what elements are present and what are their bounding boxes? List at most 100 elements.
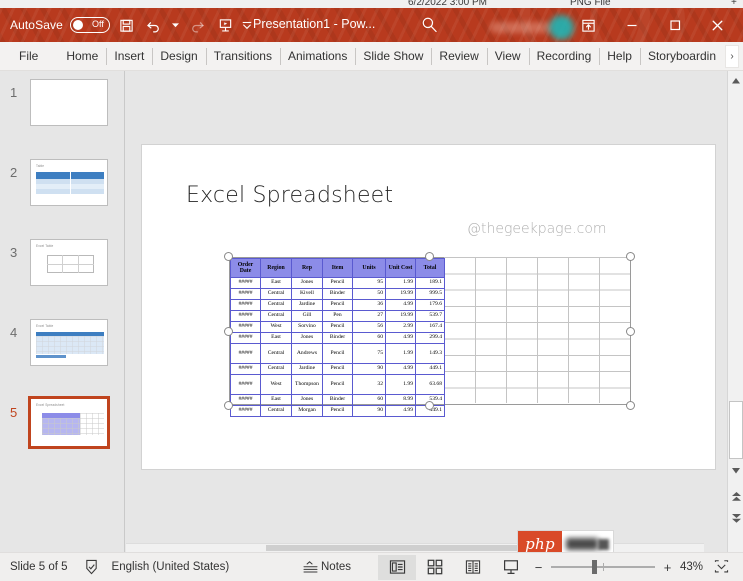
cell-item[interactable]: Pencil [322, 405, 353, 417]
resize-handle-bottom-center[interactable] [425, 401, 434, 410]
vertical-scrollbar-thumb[interactable] [729, 401, 743, 459]
reading-view-button[interactable] [454, 555, 492, 580]
cell-rep[interactable]: Jardine [291, 299, 323, 311]
ribbon-overflow-chevron-icon[interactable]: › [725, 45, 739, 68]
cell-unit-cost[interactable]: 1.99 [385, 277, 416, 289]
cell-item[interactable]: Pencil [322, 321, 353, 333]
tab-help[interactable]: Help [599, 42, 640, 70]
cell-rep[interactable]: Jones [291, 277, 323, 289]
cell-total[interactable]: 449.1 [415, 363, 445, 375]
cell-item[interactable]: Binder [322, 332, 353, 344]
slide-title[interactable]: Excel Spreadsheet [186, 183, 393, 208]
customize-qat-icon[interactable] [240, 14, 253, 36]
scroll-up-icon[interactable] [729, 73, 743, 88]
thumbnail-preview[interactable]: Table [30, 159, 108, 206]
resize-handle-middle-left[interactable] [224, 327, 233, 336]
resize-handle-top-center[interactable] [425, 252, 434, 261]
ribbon-display-options-icon[interactable] [567, 12, 610, 38]
table-row[interactable]: ##### East Jones Pencil 95 1.99 189.1 [230, 277, 445, 289]
tab-slide-show[interactable]: Slide Show [355, 42, 431, 70]
undo-dropdown-icon[interactable] [169, 14, 182, 36]
resize-handle-top-right[interactable] [626, 252, 635, 261]
language-indicator[interactable]: English (United States) [112, 561, 230, 573]
thumbnail-preview[interactable] [30, 79, 108, 126]
cell-units[interactable]: 60 [352, 394, 386, 406]
cell-total[interactable]: 63.68 [415, 374, 445, 395]
cell-rep[interactable]: Jardine [291, 363, 323, 375]
cell-rep[interactable]: Sorvino [291, 321, 323, 333]
cell-region[interactable]: East [260, 277, 292, 289]
excel-data-table[interactable]: Order Date Region Rep Item Units Unit Co… [230, 258, 445, 417]
cell-order-date[interactable]: ##### [230, 363, 261, 375]
zoom-slider[interactable] [551, 560, 655, 574]
tab-insert[interactable]: Insert [106, 42, 152, 70]
cell-total[interactable]: 189.1 [415, 277, 445, 289]
cell-item[interactable]: Pencil [322, 277, 353, 289]
cell-order-date[interactable]: ##### [230, 288, 261, 300]
tab-animations[interactable]: Animations [279, 42, 355, 70]
cell-order-date[interactable]: ##### [230, 343, 261, 364]
cell-total[interactable]: 149.3 [415, 343, 445, 364]
cell-total[interactable]: 539.7 [415, 310, 445, 322]
cell-region[interactable]: East [260, 394, 292, 406]
next-slide-icon[interactable] [729, 511, 743, 526]
slide-sorter-view-button[interactable] [416, 555, 454, 580]
cell-order-date[interactable]: ##### [230, 394, 261, 406]
tab-home[interactable]: Home [58, 42, 106, 70]
cell-total[interactable]: 999.5 [415, 288, 445, 300]
tab-transitions[interactable]: Transitions [205, 42, 280, 70]
current-slide[interactable]: Excel Spreadsheet @thegeekpage.com Order… [142, 145, 715, 469]
table-row[interactable]: ##### Central Kivell Binder 50 19.99 999… [230, 288, 445, 300]
cell-region[interactable]: Central [260, 363, 292, 375]
cell-item[interactable]: Pencil [322, 363, 353, 375]
cell-unit-cost[interactable]: 4.99 [385, 405, 416, 417]
tab-view[interactable]: View [486, 42, 529, 70]
thumbnail-preview[interactable]: Excel Table [30, 239, 108, 286]
minimize-button[interactable] [610, 12, 653, 38]
cell-rep[interactable]: Jones [291, 332, 323, 344]
cell-item[interactable]: Pencil [322, 343, 353, 364]
tab-recording[interactable]: Recording [528, 42, 600, 70]
resize-handle-top-left[interactable] [224, 252, 233, 261]
cell-units[interactable]: 50 [352, 288, 386, 300]
cell-unit-cost[interactable]: 19.99 [385, 310, 416, 322]
cell-units[interactable]: 32 [352, 374, 386, 395]
cell-units[interactable]: 27 [352, 310, 386, 322]
thumbnail-slide-4[interactable]: 4 Excel Table [0, 319, 124, 379]
cell-rep[interactable]: Jones [291, 394, 323, 406]
resize-handle-bottom-right[interactable] [626, 401, 635, 410]
cell-units[interactable]: 56 [352, 321, 386, 333]
fit-to-window-icon[interactable] [714, 560, 729, 574]
tab-review[interactable]: Review [431, 42, 486, 70]
cell-total[interactable]: 179.6 [415, 299, 445, 311]
thumbnail-preview[interactable]: Excel Table [30, 319, 108, 366]
cell-rep[interactable]: Gill [291, 310, 323, 322]
tab-file[interactable]: File [11, 42, 46, 70]
cell-units[interactable]: 95 [352, 277, 386, 289]
cell-order-date[interactable]: ##### [230, 310, 261, 322]
cell-unit-cost[interactable]: 4.99 [385, 363, 416, 375]
cell-region[interactable]: Central [260, 310, 292, 322]
cell-unit-cost[interactable]: 1.99 [385, 374, 416, 395]
cell-rep[interactable]: Morgan [291, 405, 323, 417]
vertical-scrollbar[interactable] [727, 71, 743, 552]
cell-item[interactable]: Binder [322, 288, 353, 300]
cell-item[interactable]: Pencil [322, 299, 353, 311]
cell-order-date[interactable]: ##### [230, 321, 261, 333]
autosave-control[interactable]: AutoSave Off [10, 17, 110, 33]
scroll-down-icon[interactable] [729, 463, 743, 478]
cell-rep[interactable]: Andrews [291, 343, 323, 364]
start-presentation-icon[interactable] [212, 14, 238, 36]
cell-total[interactable]: 299.4 [415, 332, 445, 344]
cell-order-date[interactable]: ##### [230, 299, 261, 311]
cell-region[interactable]: Central [260, 288, 292, 300]
cell-item[interactable]: Pencil [322, 374, 353, 395]
thumbnail-slide-1[interactable]: 1 [0, 79, 124, 139]
cell-units[interactable]: 36 [352, 299, 386, 311]
cell-region[interactable]: Central [260, 405, 292, 417]
cell-rep[interactable]: Thompson [291, 374, 323, 395]
thumbnail-slide-5[interactable]: 5 Excel Spreadsheet [0, 396, 124, 459]
resize-handle-middle-right[interactable] [626, 327, 635, 336]
accessibility-checker-icon[interactable] [84, 559, 99, 575]
table-row[interactable]: ##### Central Jardine Pencil 36 4.99 179… [230, 299, 445, 311]
